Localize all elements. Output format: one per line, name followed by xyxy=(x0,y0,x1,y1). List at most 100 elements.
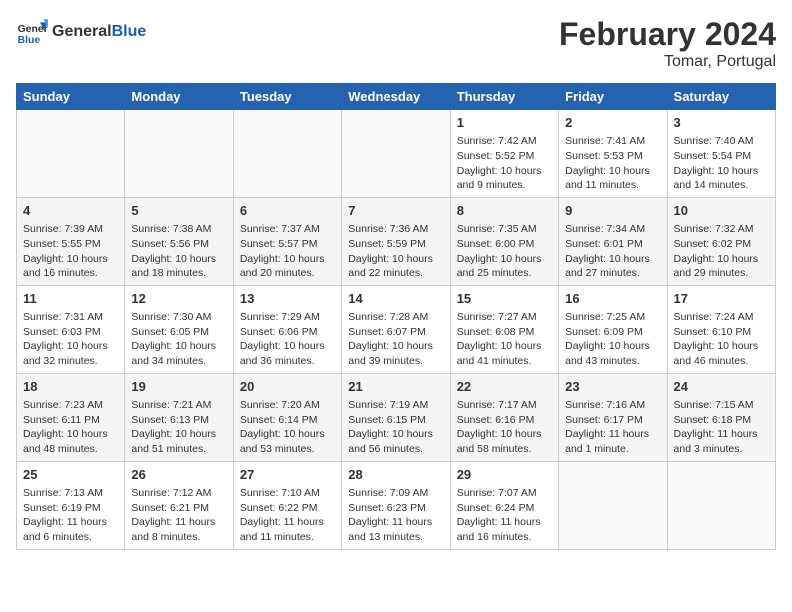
col-header-tuesday: Tuesday xyxy=(233,84,341,110)
day-cell: 1 Sunrise: 7:42 AM Sunset: 5:52 PM Daylig… xyxy=(450,110,558,198)
col-header-saturday: Saturday xyxy=(667,84,775,110)
day-number: 17 xyxy=(674,290,769,308)
day-number: 2 xyxy=(565,114,660,132)
day-info: Sunrise: 7:28 AM Sunset: 6:07 PM Dayligh… xyxy=(348,310,443,369)
day-cell: 28 Sunrise: 7:09 AM Sunset: 6:23 PM Dayli… xyxy=(342,461,450,549)
day-info: Sunrise: 7:17 AM Sunset: 6:16 PM Dayligh… xyxy=(457,398,552,457)
week-row-5: 25Sunrise: 7:13 AM Sunset: 6:19 PM Dayli… xyxy=(17,461,776,549)
day-info: Sunrise: 7:15 AM Sunset: 6:18 PM Dayligh… xyxy=(674,398,769,457)
day-number: 29 xyxy=(457,466,552,484)
day-info: Sunrise: 7:24 AM Sunset: 6:10 PM Dayligh… xyxy=(674,310,769,369)
day-number: 20 xyxy=(240,378,335,396)
day-cell: 9 Sunrise: 7:34 AM Sunset: 6:01 PM Daylig… xyxy=(559,197,667,285)
week-row-2: 4Sunrise: 7:39 AM Sunset: 5:55 PM Daylig… xyxy=(17,197,776,285)
day-cell: 25Sunrise: 7:13 AM Sunset: 6:19 PM Dayli… xyxy=(17,461,125,549)
day-number: 11 xyxy=(23,290,118,308)
day-cell xyxy=(667,461,775,549)
day-cell xyxy=(559,461,667,549)
day-cell: 19 Sunrise: 7:21 AM Sunset: 6:13 PM Dayli… xyxy=(125,373,233,461)
day-number: 6 xyxy=(240,202,335,220)
day-cell: 29 Sunrise: 7:07 AM Sunset: 6:24 PM Dayli… xyxy=(450,461,558,549)
day-cell: 4Sunrise: 7:39 AM Sunset: 5:55 PM Daylig… xyxy=(17,197,125,285)
day-cell: 18Sunrise: 7:23 AM Sunset: 6:11 PM Dayli… xyxy=(17,373,125,461)
day-info: Sunrise: 7:31 AM Sunset: 6:03 PM Dayligh… xyxy=(23,310,118,369)
day-number: 4 xyxy=(23,202,118,220)
month-title: February 2024 xyxy=(559,16,776,53)
day-info: Sunrise: 7:23 AM Sunset: 6:11 PM Dayligh… xyxy=(23,398,118,457)
col-header-wednesday: Wednesday xyxy=(342,84,450,110)
col-header-sunday: Sunday xyxy=(17,84,125,110)
day-cell: 23Sunrise: 7:16 AM Sunset: 6:17 PM Dayli… xyxy=(559,373,667,461)
day-info: Sunrise: 7:27 AM Sunset: 6:08 PM Dayligh… xyxy=(457,310,552,369)
day-number: 21 xyxy=(348,378,443,396)
day-cell: 10 Sunrise: 7:32 AM Sunset: 6:02 PM Dayli… xyxy=(667,197,775,285)
day-number: 1 xyxy=(457,114,552,132)
col-header-thursday: Thursday xyxy=(450,84,558,110)
day-cell xyxy=(125,110,233,198)
day-cell xyxy=(233,110,341,198)
day-number: 9 xyxy=(565,202,660,220)
day-info: Sunrise: 7:20 AM Sunset: 6:14 PM Dayligh… xyxy=(240,398,335,457)
day-info: Sunrise: 7:19 AM Sunset: 6:15 PM Dayligh… xyxy=(348,398,443,457)
day-cell: 11 Sunrise: 7:31 AM Sunset: 6:03 PM Dayli… xyxy=(17,285,125,373)
week-row-3: 11 Sunrise: 7:31 AM Sunset: 6:03 PM Dayli… xyxy=(17,285,776,373)
day-info: Sunrise: 7:10 AM Sunset: 6:22 PM Dayligh… xyxy=(240,486,335,545)
day-cell: 8 Sunrise: 7:35 AM Sunset: 6:00 PM Daylig… xyxy=(450,197,558,285)
day-cell: 21 Sunrise: 7:19 AM Sunset: 6:15 PM Dayli… xyxy=(342,373,450,461)
day-cell: 15 Sunrise: 7:27 AM Sunset: 6:08 PM Dayli… xyxy=(450,285,558,373)
day-cell: 27 Sunrise: 7:10 AM Sunset: 6:22 PM Dayli… xyxy=(233,461,341,549)
day-info: Sunrise: 7:21 AM Sunset: 6:13 PM Dayligh… xyxy=(131,398,226,457)
day-cell: 2 Sunrise: 7:41 AM Sunset: 5:53 PM Daylig… xyxy=(559,110,667,198)
day-info: Sunrise: 7:09 AM Sunset: 6:23 PM Dayligh… xyxy=(348,486,443,545)
day-info: Sunrise: 7:29 AM Sunset: 6:06 PM Dayligh… xyxy=(240,310,335,369)
day-number: 3 xyxy=(674,114,769,132)
day-number: 19 xyxy=(131,378,226,396)
day-cell: 13 Sunrise: 7:29 AM Sunset: 6:06 PM Dayli… xyxy=(233,285,341,373)
day-info: Sunrise: 7:34 AM Sunset: 6:01 PM Dayligh… xyxy=(565,222,660,281)
logo-blue: Blue xyxy=(112,23,147,40)
day-number: 13 xyxy=(240,290,335,308)
day-info: Sunrise: 7:42 AM Sunset: 5:52 PM Dayligh… xyxy=(457,134,552,193)
day-cell: 7 Sunrise: 7:36 AM Sunset: 5:59 PM Daylig… xyxy=(342,197,450,285)
week-row-1: 1 Sunrise: 7:42 AM Sunset: 5:52 PM Daylig… xyxy=(17,110,776,198)
day-number: 15 xyxy=(457,290,552,308)
day-info: Sunrise: 7:41 AM Sunset: 5:53 PM Dayligh… xyxy=(565,134,660,193)
header-row: SundayMondayTuesdayWednesdayThursdayFrid… xyxy=(17,84,776,110)
day-cell: 5Sunrise: 7:38 AM Sunset: 5:56 PM Daylig… xyxy=(125,197,233,285)
day-number: 10 xyxy=(674,202,769,220)
day-number: 22 xyxy=(457,378,552,396)
day-cell: 26Sunrise: 7:12 AM Sunset: 6:21 PM Dayli… xyxy=(125,461,233,549)
week-row-4: 18Sunrise: 7:23 AM Sunset: 6:11 PM Dayli… xyxy=(17,373,776,461)
calendar-table: SundayMondayTuesdayWednesdayThursdayFrid… xyxy=(16,83,776,550)
logo: General Blue GeneralBlue xyxy=(16,16,146,48)
day-cell: 17 Sunrise: 7:24 AM Sunset: 6:10 PM Dayli… xyxy=(667,285,775,373)
day-number: 7 xyxy=(348,202,443,220)
day-info: Sunrise: 7:37 AM Sunset: 5:57 PM Dayligh… xyxy=(240,222,335,281)
location: Tomar, Portugal xyxy=(559,53,776,71)
day-number: 12 xyxy=(131,290,226,308)
day-info: Sunrise: 7:07 AM Sunset: 6:24 PM Dayligh… xyxy=(457,486,552,545)
svg-text:Blue: Blue xyxy=(18,35,41,46)
day-info: Sunrise: 7:30 AM Sunset: 6:05 PM Dayligh… xyxy=(131,310,226,369)
day-info: Sunrise: 7:32 AM Sunset: 6:02 PM Dayligh… xyxy=(674,222,769,281)
day-info: Sunrise: 7:25 AM Sunset: 6:09 PM Dayligh… xyxy=(565,310,660,369)
day-cell: 16Sunrise: 7:25 AM Sunset: 6:09 PM Dayli… xyxy=(559,285,667,373)
day-info: Sunrise: 7:35 AM Sunset: 6:00 PM Dayligh… xyxy=(457,222,552,281)
col-header-friday: Friday xyxy=(559,84,667,110)
day-info: Sunrise: 7:40 AM Sunset: 5:54 PM Dayligh… xyxy=(674,134,769,193)
logo-general: General xyxy=(52,23,112,40)
day-number: 8 xyxy=(457,202,552,220)
day-cell: 12 Sunrise: 7:30 AM Sunset: 6:05 PM Dayli… xyxy=(125,285,233,373)
day-number: 27 xyxy=(240,466,335,484)
day-info: Sunrise: 7:36 AM Sunset: 5:59 PM Dayligh… xyxy=(348,222,443,281)
col-header-monday: Monday xyxy=(125,84,233,110)
day-cell xyxy=(342,110,450,198)
day-info: Sunrise: 7:38 AM Sunset: 5:56 PM Dayligh… xyxy=(131,222,226,281)
day-number: 23 xyxy=(565,378,660,396)
day-number: 25 xyxy=(23,466,118,484)
logo-icon: General Blue xyxy=(16,16,48,48)
page-header: General Blue GeneralBlue February 2024 T… xyxy=(16,16,776,71)
day-number: 28 xyxy=(348,466,443,484)
day-info: Sunrise: 7:12 AM Sunset: 6:21 PM Dayligh… xyxy=(131,486,226,545)
day-cell xyxy=(17,110,125,198)
